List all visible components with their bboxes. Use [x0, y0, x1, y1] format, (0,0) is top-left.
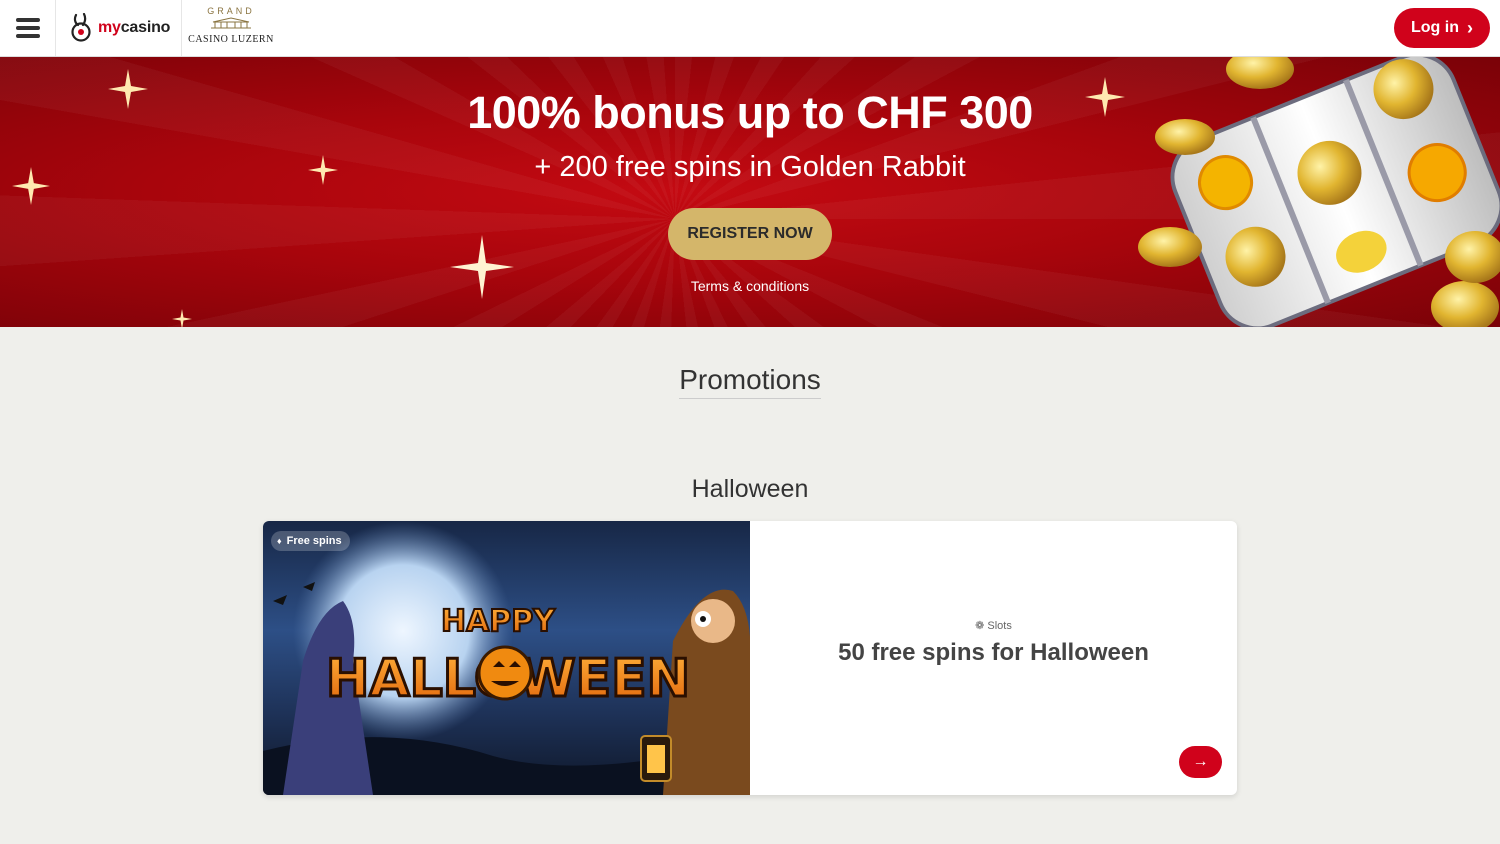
hamburger-icon — [15, 16, 40, 40]
promotions-heading-text: Promotions — [679, 364, 821, 399]
brand-name: mycasino — [98, 19, 170, 37]
promotion-title: 50 free spins for Halloween — [838, 639, 1149, 666]
diamond-icon: ♦ — [277, 536, 282, 546]
register-now-button[interactable]: REGISTER NOW — [668, 208, 832, 260]
badge-label: Free spins — [286, 535, 342, 547]
partner-crown-text: GRAND — [207, 6, 255, 16]
login-label: Log in — [1411, 19, 1459, 36]
cherries-icon: ❁ — [975, 620, 985, 632]
promotion-image: HAPPY HALLOWEEN ♦ Free spins — [263, 521, 750, 795]
sparkle-icon — [172, 309, 192, 327]
hero-title: 100% bonus up to CHF 300 — [467, 87, 1033, 138]
hero-subtitle: + 200 free spins in Golden Rabbit — [534, 151, 966, 183]
terms-conditions-link: Terms & conditions — [0, 278, 1500, 294]
brand-suffix: casino — [120, 19, 171, 36]
arrow-right-icon: → — [1192, 753, 1209, 770]
mycasino-logo[interactable]: mycasino — [56, 0, 182, 56]
casino-luzern-logo[interactable]: GRAND CASINO LUZERN — [188, 6, 274, 52]
category-label: Slots — [987, 620, 1012, 632]
section-title-halloween: Halloween — [691, 475, 809, 503]
brand-prefix: my — [98, 19, 121, 36]
hamburger-menu-button[interactable] — [0, 0, 56, 56]
halloween-illustration: HAPPY HALLOWEEN — [263, 521, 750, 795]
pumpkin-icon — [477, 645, 533, 701]
login-button[interactable]: Log in › — [1394, 8, 1490, 48]
image-text-happy: HAPPY — [441, 604, 556, 639]
promotions-heading: Promotions — [0, 364, 1500, 399]
promotion-details: ❁ Slots 50 free spins for Halloween → — [750, 521, 1237, 795]
chevron-right-icon: › — [1466, 17, 1473, 38]
free-spins-badge: ♦ Free spins — [271, 531, 350, 551]
rabbit-logo-icon — [71, 13, 91, 42]
partner-name: CASINO LUZERN — [188, 34, 274, 45]
promotion-category: ❁ Slots — [750, 619, 1237, 632]
hero-banner: 100% bonus up to CHF 300 + 200 free spin… — [0, 57, 1500, 327]
open-promotion-button[interactable]: → — [1179, 746, 1222, 778]
casino-building-icon — [211, 17, 251, 29]
top-header: mycasino GRAND CASINO LUZERN Log in › — [0, 0, 1500, 57]
promotion-card[interactable]: HAPPY HALLOWEEN ♦ Free spins ❁ Slots 50 … — [263, 521, 1237, 795]
terms-label[interactable]: Terms & conditions — [691, 278, 809, 294]
